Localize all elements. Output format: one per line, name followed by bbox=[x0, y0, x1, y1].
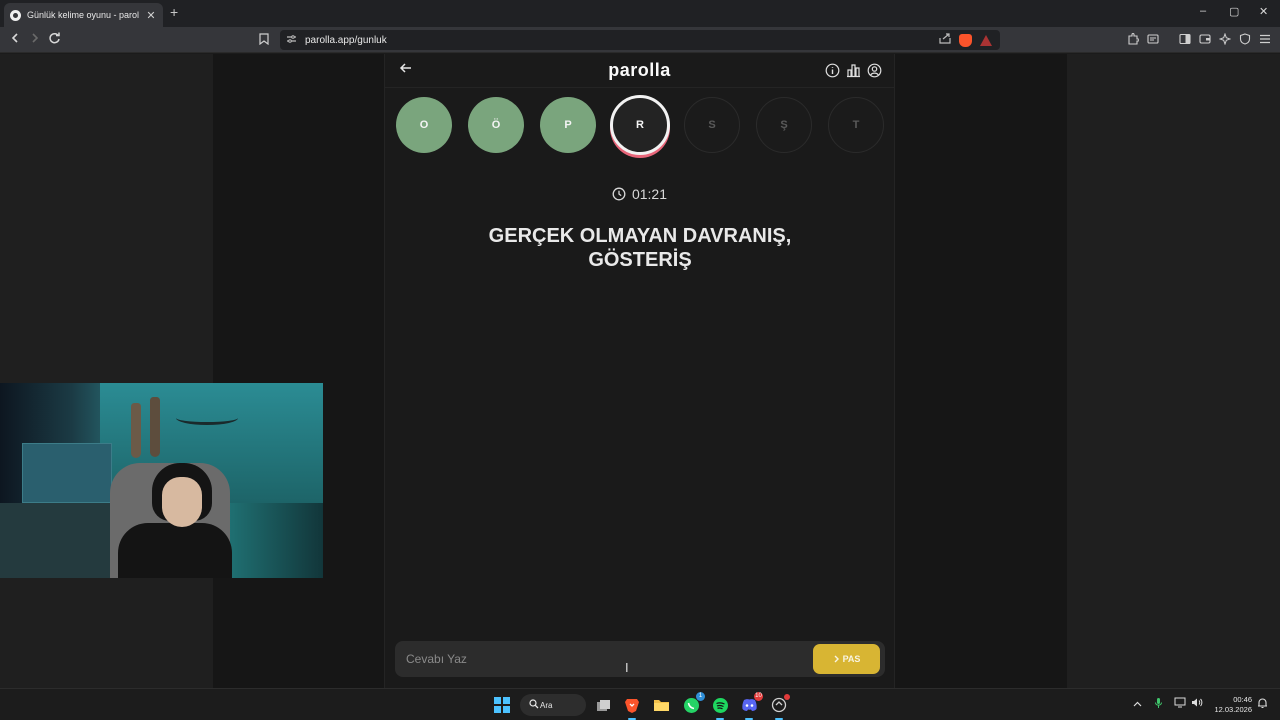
steam-like-app-icon[interactable] bbox=[770, 694, 790, 720]
whatsapp-badge: 1 bbox=[696, 692, 705, 701]
timer: 01:21 bbox=[385, 186, 894, 202]
wallet-panel-icon[interactable] bbox=[1199, 33, 1211, 48]
brave-rewards-icon[interactable] bbox=[980, 34, 992, 46]
task-view-icon[interactable] bbox=[594, 696, 612, 714]
windows-taskbar: Ara 1 10 00:46 12.03.2026 bbox=[0, 688, 1280, 720]
notification-bell-icon[interactable] bbox=[1257, 697, 1268, 712]
parolla-app: parolla O Ö P R S Ş T 01:21 GERÇEK OLMAY… bbox=[384, 54, 895, 688]
parolla-favicon-icon bbox=[10, 9, 21, 21]
clock-date: 12.03.2026 bbox=[1214, 705, 1252, 714]
address-bar[interactable]: parolla.app/gunluk bbox=[280, 30, 1000, 50]
taskbar-search[interactable]: Ara bbox=[520, 694, 586, 716]
webcam-guitar bbox=[150, 397, 160, 457]
text-cursor-icon: I bbox=[625, 660, 629, 675]
system-clock[interactable]: 00:46 12.03.2026 bbox=[1210, 695, 1252, 715]
pass-button[interactable]: PAS bbox=[813, 644, 880, 674]
spotify-icon[interactable] bbox=[711, 696, 729, 720]
minimize-button[interactable]: – bbox=[1200, 5, 1206, 17]
new-tab-button[interactable]: + bbox=[170, 4, 178, 20]
right-gutter bbox=[1067, 54, 1280, 688]
letter-wheel: O Ö P R S Ş T bbox=[396, 95, 886, 157]
letter-circle: O bbox=[396, 97, 452, 153]
pass-label: PAS bbox=[842, 654, 861, 664]
webcam-guitar bbox=[131, 403, 141, 458]
discord-icon[interactable]: 10 bbox=[740, 692, 763, 720]
letter-char: R bbox=[636, 119, 644, 131]
tab-title: Günlük kelime oyunu - parolla - bbox=[27, 10, 139, 20]
windows-logo-icon bbox=[494, 697, 510, 713]
letter-circle: Ö bbox=[468, 97, 524, 153]
letter-char: Ş bbox=[780, 119, 788, 131]
search-label: Ara bbox=[540, 700, 553, 710]
webcam-person-face bbox=[162, 477, 202, 527]
letter-char: P bbox=[564, 119, 572, 131]
maximize-button[interactable]: ▢ bbox=[1229, 5, 1239, 18]
info-icon[interactable] bbox=[825, 63, 840, 78]
timer-value: 01:21 bbox=[631, 186, 668, 202]
volume-icon[interactable] bbox=[1191, 697, 1203, 711]
wallet-icon[interactable] bbox=[1147, 33, 1159, 48]
leo-ai-icon[interactable] bbox=[1218, 32, 1232, 48]
letter-circle: S bbox=[684, 97, 740, 153]
close-window-button[interactable]: ✕ bbox=[1259, 5, 1268, 18]
letter-char: S bbox=[708, 119, 716, 131]
webcam-person-body bbox=[118, 523, 232, 578]
page-viewport: parolla O Ö P R S Ş T 01:21 GERÇEK OLMAY… bbox=[0, 54, 1280, 688]
discord-badge: 10 bbox=[754, 692, 763, 701]
tray-chevron-icon[interactable] bbox=[1133, 699, 1142, 710]
clock-icon bbox=[612, 187, 626, 201]
share-icon[interactable] bbox=[939, 33, 951, 47]
network-icon[interactable] bbox=[1174, 697, 1186, 711]
search-icon bbox=[529, 699, 539, 712]
letter-char: O bbox=[419, 119, 429, 131]
chevron-right-icon bbox=[834, 655, 839, 663]
tab-close-icon[interactable]: ✕ bbox=[145, 9, 157, 22]
brave-shields-icon[interactable] bbox=[959, 33, 972, 47]
file-explorer-icon[interactable] bbox=[652, 696, 670, 714]
clock-time: 00:46 bbox=[1233, 695, 1252, 704]
letter-circle: P bbox=[540, 97, 596, 153]
bookmark-icon[interactable] bbox=[259, 33, 269, 48]
webcam-floor bbox=[0, 503, 110, 578]
extensions-icon[interactable] bbox=[1127, 32, 1140, 48]
webcam-wall-decor bbox=[176, 411, 238, 425]
back-nav-icon[interactable] bbox=[9, 32, 21, 47]
forward-nav-icon[interactable] bbox=[29, 32, 41, 47]
webcam-shelf bbox=[22, 443, 112, 503]
brave-browser-icon[interactable] bbox=[623, 696, 641, 720]
notification-dot bbox=[784, 694, 790, 700]
letter-char: Ö bbox=[491, 119, 501, 131]
browser-tab[interactable]: Günlük kelime oyunu - parolla - ✕ bbox=[4, 3, 163, 27]
brand-logo: parolla bbox=[608, 60, 671, 80]
microphone-icon[interactable] bbox=[1154, 697, 1163, 712]
url-text[interactable]: parolla.app/gunluk bbox=[305, 35, 387, 46]
whatsapp-icon[interactable]: 1 bbox=[682, 692, 705, 714]
answer-bar: PAS bbox=[395, 641, 885, 677]
menu-icon[interactable] bbox=[1259, 33, 1271, 48]
sidebar-icon[interactable] bbox=[1179, 33, 1191, 48]
reload-icon[interactable] bbox=[48, 32, 61, 48]
browser-toolbar: parolla.app/gunluk bbox=[0, 27, 1280, 53]
letter-circle: Ş bbox=[756, 97, 812, 153]
left-gutter bbox=[0, 54, 213, 688]
letter-circle-active: R bbox=[610, 95, 670, 155]
vpn-shield-icon[interactable] bbox=[1239, 33, 1251, 48]
webcam-overlay bbox=[0, 383, 323, 578]
stats-icon[interactable] bbox=[846, 63, 861, 78]
profile-icon[interactable] bbox=[867, 63, 882, 78]
letter-circle: T bbox=[828, 97, 884, 153]
site-info-icon[interactable] bbox=[286, 34, 297, 47]
letter-char: T bbox=[852, 119, 860, 131]
webcam-person bbox=[118, 463, 232, 578]
answer-input[interactable] bbox=[395, 641, 805, 677]
question-text: GERÇEK OLMAYAN DAVRANIŞ, GÖSTERİŞ bbox=[425, 224, 855, 272]
question-line: GERÇEK OLMAYAN DAVRANIŞ, bbox=[488, 225, 792, 247]
start-button[interactable] bbox=[493, 696, 511, 714]
browser-titlebar: Günlük kelime oyunu - parolla - ✕ + – ▢ … bbox=[0, 0, 1280, 27]
question-line: GÖSTERİŞ bbox=[588, 249, 692, 271]
app-header: parolla bbox=[385, 54, 894, 88]
